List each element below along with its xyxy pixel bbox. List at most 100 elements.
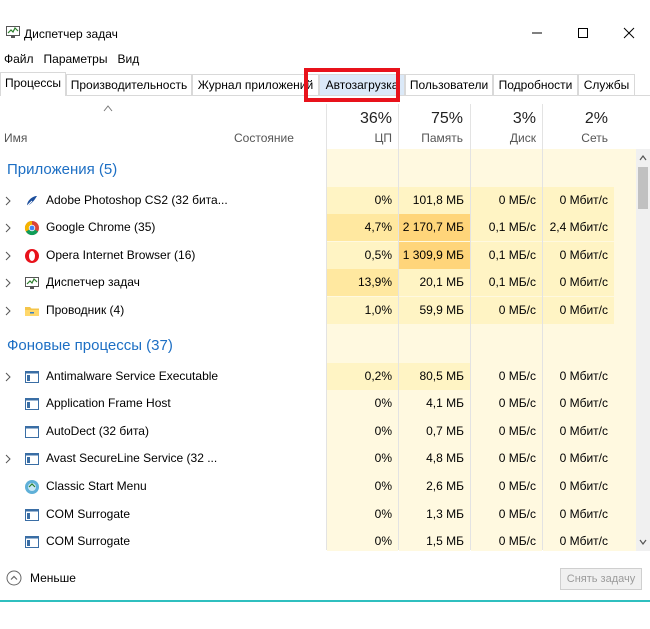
column-status[interactable]: Состояние: [234, 131, 294, 145]
tab-users[interactable]: Пользователи: [405, 74, 493, 95]
chevron-right-icon[interactable]: [4, 223, 12, 233]
memory-value: 4,1 МБ: [426, 396, 464, 410]
minimize-button[interactable]: [514, 18, 560, 48]
disk-value: 0 МБ/с: [498, 396, 536, 410]
memory-value: 1,3 МБ: [426, 507, 464, 521]
column-memory[interactable]: Память: [398, 131, 463, 145]
process-name: AutoDect (32 бита): [46, 424, 149, 438]
tab-app-history[interactable]: Журнал приложений: [192, 74, 319, 95]
maximize-button[interactable]: [560, 18, 606, 48]
chevron-right-icon[interactable]: [4, 278, 12, 288]
table-row[interactable]: Antimalware Service Executable 0,2% 80,5…: [0, 363, 636, 390]
memory-value: 101,8 МБ: [399, 187, 470, 214]
task-manager-icon: [25, 277, 39, 289]
scrollbar-thumb[interactable]: [638, 167, 648, 209]
table-row[interactable]: Avast SecureLine Service (32 ... 0% 4,8 …: [0, 445, 636, 472]
task-manager-icon: [6, 26, 20, 38]
table-row[interactable]: COM Surrogate 0% 1,5 МБ 0 МБ/с 0 Мбит/с: [0, 528, 636, 551]
cpu-total[interactable]: 36%: [327, 110, 392, 128]
vertical-scrollbar[interactable]: [636, 149, 650, 551]
disk-total[interactable]: 3%: [470, 110, 536, 128]
memory-value: 0,7 МБ: [426, 424, 464, 438]
network-value: 0 Мбит/с: [543, 187, 614, 214]
fewer-details-link[interactable]: Меньше: [30, 571, 76, 585]
table-row[interactable]: Opera Internet Browser (16) 0,5% 1 309,9…: [0, 242, 636, 269]
process-name: COM Surrogate: [46, 507, 131, 521]
window-title: Диспетчер задач: [24, 27, 118, 41]
table-row[interactable]: Adobe Photoshop CS2 (32 бита... 0% 101,8…: [0, 187, 636, 214]
process-name: Opera Internet Browser (16): [46, 248, 196, 262]
memory-total[interactable]: 75%: [398, 110, 463, 128]
column-network[interactable]: Сеть: [542, 131, 608, 145]
group-title: Приложения (5): [7, 161, 118, 178]
network-value: 0 Мбит/с: [559, 534, 608, 548]
process-name: Google Chrome (35): [46, 220, 156, 234]
tab-details[interactable]: Подробности: [493, 74, 578, 95]
network-value: 0 Мбит/с: [559, 507, 608, 521]
memory-value: 80,5 МБ: [399, 363, 470, 390]
accent-divider: [0, 600, 650, 602]
column-disk[interactable]: Диск: [470, 131, 536, 145]
process-list: Приложения (5) Adobe Photoshop CS2 (32 б…: [0, 149, 636, 551]
table-row[interactable]: Classic Start Menu 0% 2,6 МБ 0 МБ/с 0 Мб…: [0, 473, 636, 500]
network-total[interactable]: 2%: [542, 110, 608, 128]
scroll-down-icon[interactable]: [638, 537, 648, 547]
table-row[interactable]: Проводник (4) 1,0% 59,9 МБ 0 МБ/с 0 Мбит…: [0, 297, 636, 324]
group-header-background[interactable]: Фоновые процессы (37): [0, 333, 636, 360]
disk-value: 0 МБ/с: [498, 479, 536, 493]
column-name[interactable]: Имя: [4, 131, 27, 145]
menu-options[interactable]: Параметры: [40, 50, 114, 70]
cpu-value: 0%: [374, 534, 392, 548]
collapse-icon[interactable]: [6, 570, 22, 586]
process-name: Диспетчер задач: [46, 275, 140, 289]
process-name: Classic Start Menu: [46, 479, 147, 493]
chevron-right-icon[interactable]: [4, 454, 12, 464]
cpu-value: 0%: [374, 396, 392, 410]
end-task-button[interactable]: Снять задачу: [560, 568, 642, 590]
menu-view[interactable]: Вид: [113, 50, 145, 70]
memory-value: 2 170,7 МБ: [399, 214, 470, 241]
tab-performance[interactable]: Производительность: [66, 74, 192, 95]
disk-value: 0 МБ/с: [471, 297, 542, 324]
disk-value: 0 МБ/с: [498, 369, 536, 383]
scroll-up-icon[interactable]: [638, 153, 648, 163]
service-window-icon: [25, 398, 39, 410]
memory-value: 59,9 МБ: [399, 297, 470, 324]
shell-icon: [25, 480, 39, 494]
photoshop-icon: [26, 196, 37, 207]
chevron-right-icon[interactable]: [4, 372, 12, 382]
disk-value: 0 МБ/с: [498, 507, 536, 521]
table-row[interactable]: Google Chrome (35) 4,7% 2 170,7 МБ 0,1 М…: [0, 214, 636, 241]
table-row[interactable]: Диспетчер задач 13,9% 20,1 МБ 0,1 МБ/с 0…: [0, 269, 636, 296]
cpu-value: 0%: [327, 187, 398, 214]
network-value: 0 Мбит/с: [543, 242, 614, 269]
disk-value: 0 МБ/с: [498, 534, 536, 548]
group-title: Фоновые процессы (37): [7, 337, 173, 354]
title-bar: Диспетчер задач: [0, 0, 650, 48]
tab-services[interactable]: Службы: [578, 74, 635, 95]
table-row[interactable]: Application Frame Host 0% 4,1 МБ 0 МБ/с …: [0, 390, 636, 417]
tab-processes[interactable]: Процессы: [0, 72, 66, 96]
column-header: Имя Состояние 36% ЦП 75% Память 3% Диск …: [0, 104, 636, 149]
table-row[interactable]: COM Surrogate 0% 1,3 МБ 0 МБ/с 0 Мбит/с: [0, 501, 636, 528]
group-header-apps[interactable]: Приложения (5): [0, 157, 636, 184]
network-value: 0 Мбит/с: [543, 297, 614, 324]
menu-bar: Файл Параметры Вид: [0, 50, 145, 70]
memory-value: 20,1 МБ: [399, 269, 470, 296]
chevron-right-icon[interactable]: [4, 251, 12, 261]
close-button[interactable]: [606, 18, 650, 48]
cpu-value: 0%: [374, 451, 392, 465]
chevron-right-icon[interactable]: [4, 196, 12, 206]
chevron-right-icon[interactable]: [4, 306, 12, 316]
network-value: 0 Мбит/с: [559, 369, 608, 383]
disk-value: 0 МБ/с: [498, 451, 536, 465]
highlight-box: [304, 68, 400, 102]
cpu-value: 0%: [374, 424, 392, 438]
cpu-value: 4,7%: [327, 214, 398, 241]
memory-value: 2,6 МБ: [426, 479, 464, 493]
app-window-icon: [25, 426, 39, 438]
process-name: Avast SecureLine Service (32 ...: [46, 451, 218, 465]
menu-file[interactable]: Файл: [0, 50, 40, 70]
column-cpu[interactable]: ЦП: [327, 131, 392, 145]
table-row[interactable]: AutoDect (32 бита) 0% 0,7 МБ 0 МБ/с 0 Мб…: [0, 418, 636, 445]
